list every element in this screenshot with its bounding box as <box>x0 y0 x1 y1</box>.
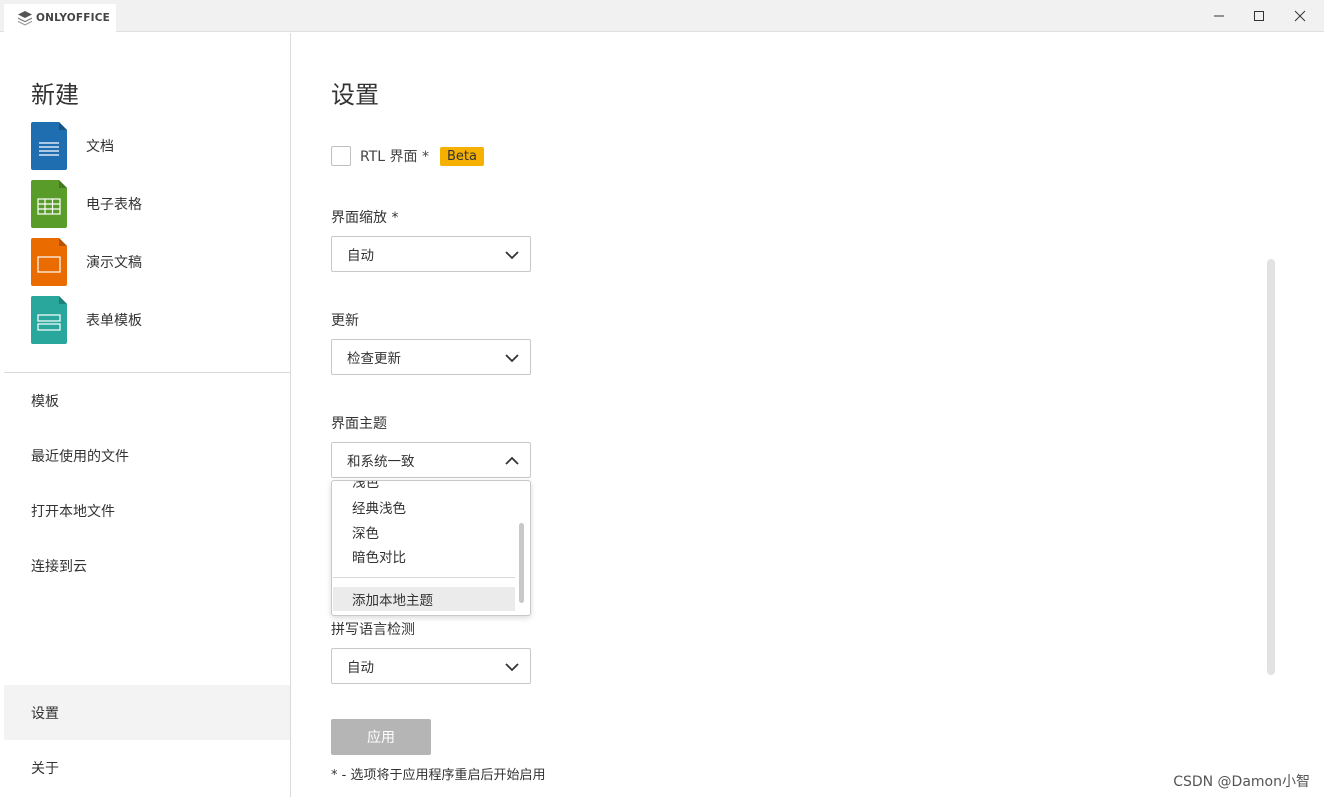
maximize-icon <box>1254 11 1264 21</box>
sidebar-item-settings[interactable]: 设置 <box>4 685 290 740</box>
minimize-icon <box>1214 15 1224 17</box>
theme-label: 界面主题 <box>331 416 387 432</box>
spellcheck-select-value: 自动 <box>347 660 374 676</box>
onlyoffice-logo-icon <box>18 11 32 26</box>
theme-option-dark-contrast[interactable]: 暗色对比 <box>352 546 406 566</box>
restart-note: * - 选项将于应用程序重启后开始启用 <box>331 768 546 783</box>
page-title: 设置 <box>331 81 379 109</box>
maximize-button[interactable] <box>1239 0 1279 32</box>
spellcheck-label: 拼写语言检测 <box>331 622 415 638</box>
new-presentation-button[interactable]: 演示文稿 <box>31 237 281 287</box>
rtl-checkbox[interactable] <box>331 146 351 166</box>
scale-select-value: 自动 <box>347 248 374 264</box>
theme-option-dark[interactable]: 深色 <box>352 522 379 542</box>
close-button[interactable] <box>1280 0 1320 32</box>
chevron-down-icon <box>505 251 519 260</box>
main-scrollbar[interactable] <box>1267 259 1275 675</box>
new-presentation-label: 演示文稿 <box>86 255 142 271</box>
theme-select-value: 和系统一致 <box>347 454 415 470</box>
new-section-title: 新建 <box>31 81 79 109</box>
close-icon <box>1294 10 1306 22</box>
add-local-theme-item[interactable]: 添加本地主题 <box>333 587 515 611</box>
theme-dropdown-menu: 浅色 经典浅色 深色 暗色对比 添加本地主题 <box>331 480 531 616</box>
new-document-button[interactable]: 文档 <box>31 121 281 171</box>
update-label: 更新 <box>331 313 359 329</box>
rtl-label: RTL 界面 * <box>360 149 429 165</box>
minimize-button[interactable] <box>1199 0 1239 32</box>
scale-label: 界面缩放 * <box>331 210 399 226</box>
app-name: ONLYOFFICE <box>36 12 111 24</box>
app-tab[interactable]: ONLYOFFICE <box>4 4 116 32</box>
dropdown-divider <box>333 577 515 578</box>
document-icon <box>31 122 67 170</box>
title-bar: ONLYOFFICE <box>0 0 1324 32</box>
chevron-down-icon <box>505 663 519 672</box>
presentation-icon <box>31 238 67 286</box>
spellcheck-select[interactable]: 自动 <box>331 648 531 684</box>
apply-button[interactable]: 应用 <box>331 719 431 755</box>
watermark: CSDN @Damon小智 <box>1173 774 1310 790</box>
update-select-value: 检查更新 <box>347 351 401 367</box>
sidebar-item-recent-files[interactable]: 最近使用的文件 <box>4 428 290 483</box>
new-spreadsheet-label: 电子表格 <box>86 197 142 213</box>
new-spreadsheet-button[interactable]: 电子表格 <box>31 179 281 229</box>
new-document-label: 文档 <box>86 139 114 155</box>
chevron-up-icon <box>505 456 519 465</box>
theme-option-light[interactable]: 浅色 <box>352 481 379 491</box>
sidebar-item-templates[interactable]: 模板 <box>4 373 290 428</box>
update-select[interactable]: 检查更新 <box>331 339 531 375</box>
sidebar: 新建 文档 电子表格 演示文稿 表单模板 模板 最近使用的文件 打开本地文件 连… <box>4 33 291 797</box>
settings-panel: 设置 RTL 界面 * Beta 界面缩放 * 自动 更新 检查更新 界面主题 … <box>292 33 1320 797</box>
sidebar-item-open-local[interactable]: 打开本地文件 <box>4 483 290 538</box>
dropdown-scrollbar[interactable] <box>519 523 524 603</box>
theme-option-classic-light[interactable]: 经典浅色 <box>352 497 406 517</box>
sidebar-item-about[interactable]: 关于 <box>4 740 290 795</box>
spreadsheet-icon <box>31 180 67 228</box>
chevron-down-icon <box>505 354 519 363</box>
sidebar-item-connect-cloud[interactable]: 连接到云 <box>4 538 290 593</box>
theme-select[interactable]: 和系统一致 <box>331 442 531 478</box>
new-form-template-button[interactable]: 表单模板 <box>31 295 281 345</box>
form-template-icon <box>31 296 67 344</box>
scale-select[interactable]: 自动 <box>331 236 531 272</box>
rtl-option-row: RTL 界面 * Beta <box>331 146 484 166</box>
new-form-template-label: 表单模板 <box>86 313 142 329</box>
beta-badge: Beta <box>439 146 484 166</box>
